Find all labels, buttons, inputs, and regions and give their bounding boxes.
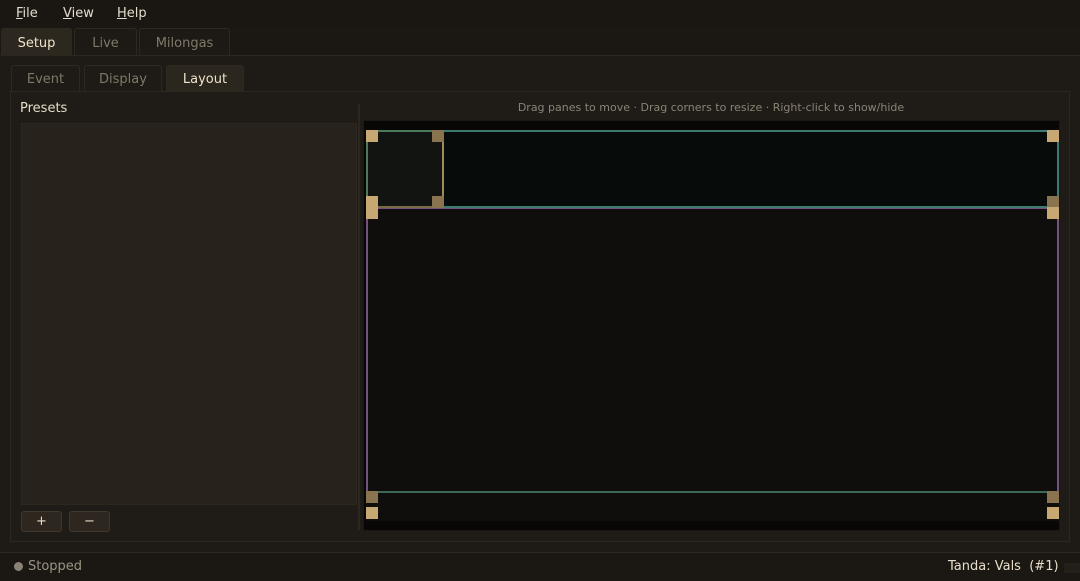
resize-handle[interactable]	[366, 491, 378, 503]
resize-handle[interactable]	[1047, 207, 1059, 219]
status-bar: Stopped Tanda: Vals (#1)	[0, 552, 1080, 581]
tab-milongas[interactable]: Milongas	[139, 28, 230, 55]
presets-label: Presets	[20, 101, 68, 116]
panel-splitter[interactable]	[358, 104, 360, 530]
resize-handle[interactable]	[1047, 130, 1059, 142]
tab-layout[interactable]: Layout	[166, 65, 244, 91]
menu-help-mnemonic: H	[117, 6, 127, 21]
tab-live[interactable]: Live	[74, 28, 137, 55]
menu-file-label: ile	[22, 6, 38, 21]
sub-tab-bar: Event Display Layout	[10, 65, 1070, 91]
main-pane[interactable]	[366, 207, 1059, 521]
status-dot-icon	[14, 562, 23, 571]
bottom-pane[interactable]	[366, 491, 1059, 521]
add-preset-button[interactable]: +	[21, 511, 62, 532]
resize-handle[interactable]	[1047, 491, 1059, 503]
menu-file[interactable]: File	[16, 6, 38, 21]
menu-view-label: iew	[71, 6, 94, 21]
tanda-info: Tanda: Vals (#1)	[948, 559, 1059, 574]
tab-display[interactable]: Display	[84, 65, 162, 91]
menu-view-mnemonic: V	[63, 6, 72, 21]
menu-help[interactable]: Help	[117, 6, 147, 21]
resize-handle[interactable]	[366, 507, 378, 519]
menu-view[interactable]: View	[63, 6, 94, 21]
size-grip[interactable]	[1064, 563, 1080, 573]
resize-handle[interactable]	[1047, 507, 1059, 519]
menu-bar: File View Help	[0, 0, 1080, 28]
playback-status: Stopped	[28, 559, 83, 574]
layout-panel: Presets + − Drag panes to move · Drag co…	[10, 91, 1070, 542]
resize-handle[interactable]	[366, 130, 378, 142]
remove-preset-button[interactable]: −	[69, 511, 110, 532]
resize-handle[interactable]	[432, 196, 444, 208]
menu-help-label: elp	[126, 6, 147, 21]
setup-content: Event Display Layout Presets + − Drag pa…	[0, 56, 1080, 551]
resize-handle[interactable]	[366, 207, 378, 219]
top-pane[interactable]	[366, 130, 1059, 208]
tab-event[interactable]: Event	[11, 65, 80, 91]
main-tab-bar: Setup Live Milongas	[0, 27, 1080, 56]
tab-setup[interactable]: Setup	[1, 28, 72, 55]
resize-handle[interactable]	[432, 130, 444, 142]
presets-list[interactable]	[21, 123, 357, 505]
layout-canvas[interactable]	[363, 120, 1060, 531]
layout-hint: Drag panes to move · Drag corners to res…	[517, 101, 905, 114]
